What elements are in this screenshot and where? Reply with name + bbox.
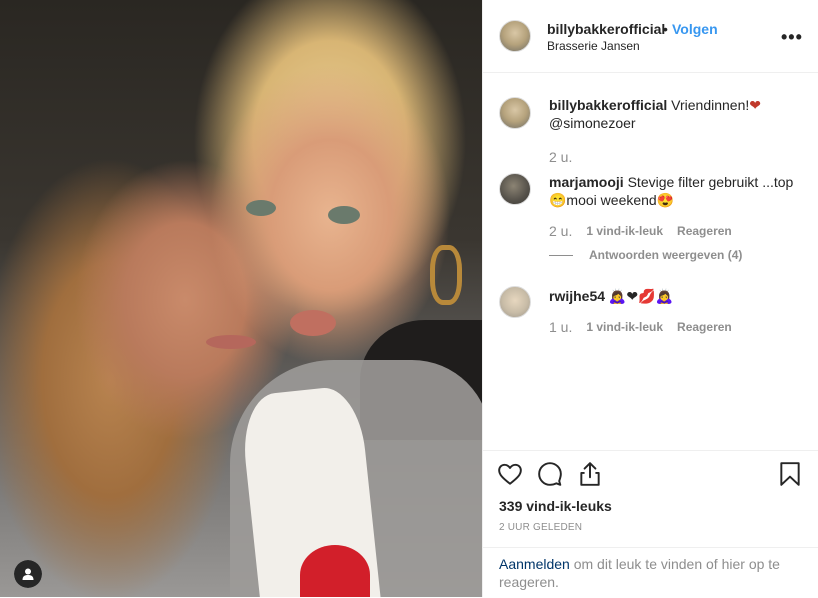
location-link[interactable]: Brasserie Jansen: [547, 39, 640, 53]
header-separator: •: [663, 21, 668, 37]
post-timestamp[interactable]: 2 UUR GELEDEN: [499, 522, 582, 533]
comment-time[interactable]: 2 u.: [549, 223, 572, 239]
header-username[interactable]: billybakkerofficial: [547, 21, 665, 37]
share-icon[interactable]: [577, 461, 603, 487]
caption: billybakkerofficial Vriendinnen!❤ @simon…: [549, 96, 799, 132]
post-header: billybakkerofficial • Volgen Brasserie J…: [483, 0, 818, 73]
tagged-users-button[interactable]: [14, 560, 42, 588]
photo-detail: [290, 310, 336, 336]
divider: [549, 254, 573, 256]
photo-detail: [300, 545, 370, 597]
reply-button[interactable]: Reageren: [677, 224, 732, 238]
login-link[interactable]: Aanmelden: [499, 556, 570, 572]
more-icon[interactable]: •••: [781, 27, 803, 48]
photo-detail: [246, 200, 276, 216]
bookmark-icon[interactable]: [777, 461, 803, 487]
comment-text: 🙇‍♀️❤💋🙇‍♀️: [608, 288, 673, 304]
post-actions: 339 vind-ik-leuks 2 UUR GELEDEN: [483, 450, 818, 548]
avatar[interactable]: [499, 97, 531, 129]
comments-list[interactable]: billybakkerofficial Vriendinnen!❤ @simon…: [483, 73, 818, 450]
avatar[interactable]: [499, 20, 531, 52]
view-replies-button[interactable]: Antwoorden weergeven (4): [549, 248, 742, 262]
photo-detail: [206, 335, 256, 349]
photo-detail: [328, 206, 360, 224]
post-photo[interactable]: [0, 0, 482, 597]
comment-username[interactable]: marjamooji: [549, 174, 624, 190]
comment-username[interactable]: rwijhe54: [549, 288, 605, 304]
comment-meta: 1 u. 1 vind-ik-leuk Reageren: [549, 319, 732, 335]
instagram-post: billybakkerofficial • Volgen Brasserie J…: [0, 0, 818, 597]
caption-emoji: ❤: [749, 97, 761, 113]
likes-count[interactable]: 339 vind-ik-leuks: [499, 498, 612, 514]
comment-meta: 2 u. 1 vind-ik-leuk Reageren: [549, 223, 732, 239]
post-sidebar: billybakkerofficial • Volgen Brasserie J…: [482, 0, 818, 597]
caption-mention[interactable]: @simonezoer: [549, 115, 636, 131]
view-replies-label: Antwoorden weergeven (4): [589, 248, 743, 262]
photo-detail: [430, 245, 462, 305]
comment-time[interactable]: 1 u.: [549, 319, 572, 335]
caption-time[interactable]: 2 u.: [549, 149, 572, 165]
login-text: Aanmelden om dit leuk te vinden of hier …: [499, 555, 799, 591]
caption-text: Vriendinnen!: [671, 97, 750, 113]
login-prompt: Aanmelden om dit leuk te vinden of hier …: [483, 547, 818, 598]
avatar[interactable]: [499, 286, 531, 318]
follow-button[interactable]: Volgen: [672, 21, 718, 37]
comment: marjamooji Stevige filter gebruikt ...to…: [549, 173, 799, 209]
heart-icon[interactable]: [497, 461, 523, 487]
avatar[interactable]: [499, 173, 531, 205]
caption-username[interactable]: billybakkerofficial: [549, 97, 667, 113]
comment: rwijhe54 🙇‍♀️❤💋🙇‍♀️: [549, 287, 799, 305]
caption-meta: 2 u.: [549, 149, 572, 165]
reply-button[interactable]: Reageren: [677, 320, 732, 334]
comment-likes[interactable]: 1 vind-ik-leuk: [586, 320, 663, 334]
comment-likes[interactable]: 1 vind-ik-leuk: [586, 224, 663, 238]
comment-icon[interactable]: [537, 461, 563, 487]
user-icon: [14, 560, 42, 588]
